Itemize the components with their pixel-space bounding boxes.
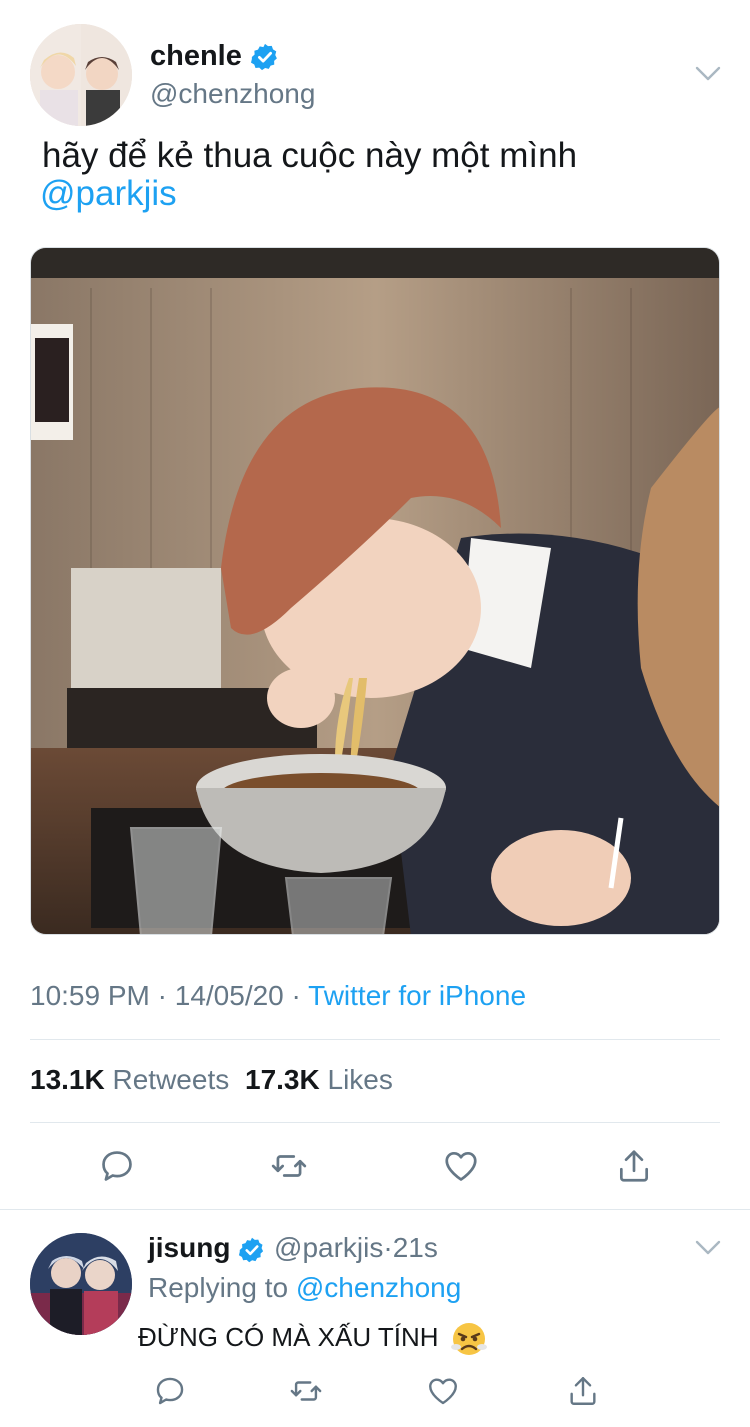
- reply-text-content: ĐỪNG CÓ MÀ XẤU TÍNH: [138, 1321, 439, 1352]
- meta-separator: ·: [291, 980, 309, 1011]
- reply-timestamp[interactable]: 21s: [393, 1232, 438, 1263]
- replying-to-link[interactable]: @chenzhong: [296, 1272, 461, 1303]
- reply-header: jisung @parkjis·21s: [148, 1232, 438, 1264]
- tweet-source-link[interactable]: Twitter for iPhone: [308, 980, 526, 1011]
- tweet-stats: 13.1K Retweets 17.3K Likes: [30, 1064, 401, 1096]
- retweet-icon: [290, 1381, 322, 1401]
- meta-separator: ·: [157, 980, 175, 1011]
- author-handle[interactable]: @chenzhong: [150, 78, 315, 110]
- reply-icon: [156, 1377, 184, 1405]
- likes-label[interactable]: Likes: [328, 1064, 393, 1095]
- tweet-mention-link[interactable]: @parkjis: [40, 174, 177, 214]
- chevron-down-icon[interactable]: [694, 64, 722, 84]
- tweet-time: 10:59 PM: [30, 980, 150, 1011]
- reply-author-avatar[interactable]: [30, 1233, 132, 1335]
- retweet-icon: [271, 1155, 307, 1177]
- divider: [30, 1122, 720, 1123]
- share-button[interactable]: [612, 1144, 656, 1188]
- retweets-count[interactable]: 13.1K: [30, 1064, 105, 1095]
- verified-badge-icon: [239, 1237, 264, 1262]
- reply-author-handle[interactable]: @parkjis: [274, 1232, 383, 1263]
- reply-button[interactable]: [148, 1369, 192, 1413]
- tweet-date: 14/05/20: [174, 980, 284, 1011]
- meta-separator: ·: [383, 1232, 393, 1263]
- author-name[interactable]: chenle: [150, 40, 280, 73]
- replying-to-prefix: Replying to: [148, 1272, 289, 1303]
- retweet-button[interactable]: [284, 1369, 328, 1413]
- reply-button[interactable]: [95, 1144, 139, 1188]
- photo-of-person-eating-noodles-icon: [31, 248, 719, 934]
- like-button[interactable]: [439, 1144, 483, 1188]
- likes-count[interactable]: 17.3K: [245, 1064, 320, 1095]
- chevron-down-icon[interactable]: [694, 1238, 722, 1258]
- divider: [30, 1039, 720, 1040]
- reply-text: ĐỪNG CÓ MÀ XẤU TÍNH: [138, 1320, 488, 1358]
- reply-author-name[interactable]: jisung: [148, 1232, 230, 1263]
- like-icon: [429, 1378, 457, 1405]
- tweet-meta: 10:59 PM · 14/05/20 · Twitter for iPhone: [30, 980, 526, 1012]
- like-button[interactable]: [421, 1369, 465, 1413]
- share-icon: [570, 1377, 596, 1405]
- tweet-text: hãy để kẻ thua cuộc này một mình: [42, 136, 578, 175]
- author-name-text[interactable]: chenle: [150, 40, 242, 72]
- verified-badge-icon: [250, 44, 277, 71]
- angry-face-icon: [450, 1323, 487, 1355]
- replying-to-line: Replying to @chenzhong: [148, 1272, 461, 1304]
- retweets-label[interactable]: Retweets: [113, 1064, 230, 1095]
- like-icon: [445, 1151, 477, 1181]
- reply-icon: [102, 1151, 132, 1181]
- thread-divider: [0, 1209, 750, 1210]
- share-icon: [619, 1150, 649, 1182]
- share-button[interactable]: [561, 1369, 605, 1413]
- author-avatar[interactable]: [30, 24, 132, 126]
- retweet-button[interactable]: [267, 1144, 311, 1188]
- tweet-media-photo[interactable]: [30, 247, 720, 935]
